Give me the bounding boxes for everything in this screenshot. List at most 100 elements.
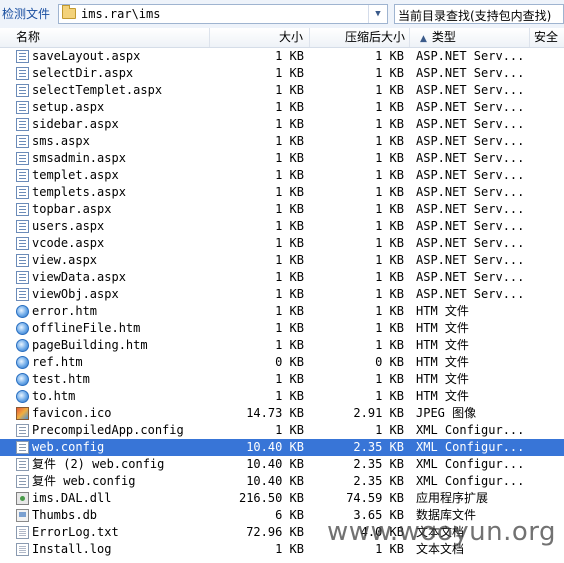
file-row[interactable]: ref.htm 0 KB 0 KB HTM 文件 <box>0 354 564 371</box>
file-row[interactable]: view.aspx 1 KB 1 KB ASP.NET Serv... <box>0 252 564 269</box>
aspx-file-icon <box>16 152 29 165</box>
file-size: 1 KB <box>275 185 304 199</box>
file-row[interactable]: favicon.ico 14.73 KB 2.91 KB JPEG 图像 <box>0 405 564 422</box>
folder-icon <box>62 5 76 19</box>
file-compressed-size: 1 KB <box>375 423 404 437</box>
file-name: ims.DAL.dll <box>32 491 112 505</box>
column-header-compressed[interactable]: 压缩后大小 <box>310 28 410 47</box>
file-name: ref.htm <box>32 355 83 369</box>
column-header-name[interactable]: 名称 <box>12 28 210 47</box>
file-compressed-size: 1 KB <box>375 372 404 386</box>
file-row[interactable]: viewData.aspx 1 KB 1 KB ASP.NET Serv... <box>0 269 564 286</box>
file-size: 1 KB <box>275 321 304 335</box>
ico-file-icon <box>16 407 29 420</box>
file-type: JPEG 图像 <box>416 406 477 420</box>
file-type: ASP.NET Serv... <box>416 270 525 284</box>
config-file-icon <box>16 424 29 437</box>
file-row[interactable]: PrecompiledApp.config 1 KB 1 KB XML Configu… <box>0 422 564 439</box>
column-header-security[interactable]: 安全 <box>530 28 564 47</box>
search-input[interactable]: 当前目录查找(支持包内查找) <box>394 4 564 24</box>
file-type: ASP.NET Serv... <box>416 236 525 250</box>
aspx-file-icon <box>16 186 29 199</box>
file-type: HTM 文件 <box>416 372 469 386</box>
aspx-file-icon <box>16 118 29 131</box>
file-name: viewData.aspx <box>32 270 126 284</box>
file-compressed-size: 2.91 KB <box>353 406 404 420</box>
file-compressed-size: 0 KB <box>375 355 404 369</box>
file-row[interactable]: to.htm 1 KB 1 KB HTM 文件 <box>0 388 564 405</box>
dll-file-icon <box>16 492 29 505</box>
file-name: 复件 web.config <box>32 474 136 488</box>
file-compressed-size: 1 KB <box>375 134 404 148</box>
chevron-down-icon[interactable]: ▼ <box>368 5 387 23</box>
file-size: 6 KB <box>275 508 304 522</box>
file-compressed-size: 1 KB <box>375 151 404 165</box>
file-name: offlineFile.htm <box>32 321 141 335</box>
file-compressed-size: 1 KB <box>375 185 404 199</box>
file-row[interactable]: pageBuilding.htm 1 KB 1 KB HTM 文件 <box>0 337 564 354</box>
file-type: ASP.NET Serv... <box>416 134 525 148</box>
file-size: 1 KB <box>275 202 304 216</box>
sort-up-icon: ▲ <box>420 34 427 44</box>
file-type: ASP.NET Serv... <box>416 253 525 267</box>
file-row[interactable]: offlineFile.htm 1 KB 1 KB HTM 文件 <box>0 320 564 337</box>
file-compressed-size: 1 KB <box>375 338 404 352</box>
file-name: users.aspx <box>32 219 105 233</box>
config-file-icon <box>16 458 29 471</box>
file-name: Thumbs.db <box>32 508 98 522</box>
aspx-file-icon <box>16 101 29 114</box>
path-dropdown[interactable]: ims.rar\ims ▼ <box>58 4 388 24</box>
path-text: ims.rar\ims <box>81 7 161 21</box>
file-row[interactable]: error.htm 1 KB 1 KB HTM 文件 <box>0 303 564 320</box>
file-row[interactable]: topbar.aspx 1 KB 1 KB ASP.NET Serv... <box>0 201 564 218</box>
file-compressed-size: 2.35 KB <box>353 440 404 454</box>
file-row[interactable]: test.htm 1 KB 1 KB HTM 文件 <box>0 371 564 388</box>
file-row[interactable]: smsadmin.aspx 1 KB 1 KB ASP.NET Serv... <box>0 150 564 167</box>
file-name: pageBuilding.htm <box>32 338 148 352</box>
file-size: 216.50 KB <box>238 491 304 505</box>
file-name: sidebar.aspx <box>32 117 119 131</box>
file-size: 72.96 KB <box>246 525 304 539</box>
file-row[interactable]: selectTemplet.aspx 1 KB 1 KB ASP.NET Serv..… <box>0 82 564 99</box>
file-row[interactable]: ims.DAL.dll 216.50 KB 74.59 KB 应用程序扩展 <box>0 490 564 507</box>
file-size: 1 KB <box>275 236 304 250</box>
file-type: HTM 文件 <box>416 338 469 352</box>
file-size: 0 KB <box>275 355 304 369</box>
file-row[interactable]: 复件 (2) web.config 10.40 KB 2.35 KB XML Conf… <box>0 456 564 473</box>
column-header-type[interactable]: ▲ 类型 <box>410 28 530 47</box>
aspx-file-icon <box>16 203 29 216</box>
file-row[interactable]: users.aspx 1 KB 1 KB ASP.NET Serv... <box>0 218 564 235</box>
file-row[interactable]: templet.aspx 1 KB 1 KB ASP.NET Serv... <box>0 167 564 184</box>
file-size: 1 KB <box>275 338 304 352</box>
file-row[interactable]: 复件 web.config 10.40 KB 2.35 KB XML Configur… <box>0 473 564 490</box>
file-size: 10.40 KB <box>246 440 304 454</box>
file-compressed-size: 1 KB <box>375 389 404 403</box>
file-name: favicon.ico <box>32 406 112 420</box>
column-header-size[interactable]: 大小 <box>210 28 310 47</box>
file-row[interactable]: vcode.aspx 1 KB 1 KB ASP.NET Serv... <box>0 235 564 252</box>
file-row[interactable]: templets.aspx 1 KB 1 KB ASP.NET Serv... <box>0 184 564 201</box>
detect-file-button[interactable]: 检测文件 <box>0 5 52 23</box>
file-compressed-size: 1 KB <box>375 236 404 250</box>
file-name: error.htm <box>32 304 98 318</box>
file-size: 1 KB <box>275 66 304 80</box>
file-row[interactable]: viewObj.aspx 1 KB 1 KB ASP.NET Serv... <box>0 286 564 303</box>
file-compressed-size: 1 KB <box>375 270 404 284</box>
file-type: ASP.NET Serv... <box>416 117 525 131</box>
file-name: templets.aspx <box>32 185 126 199</box>
file-size: 1 KB <box>275 168 304 182</box>
file-row[interactable]: saveLayout.aspx 1 KB 1 KB ASP.NET Serv... <box>0 48 564 65</box>
search-placeholder: 当前目录查找(支持包内查找) <box>398 9 552 23</box>
file-row[interactable]: web.config 10.40 KB 2.35 KB XML Configur... <box>0 439 564 456</box>
file-name: topbar.aspx <box>32 202 112 216</box>
file-compressed-size: 1 KB <box>375 219 404 233</box>
file-row[interactable]: selectDir.aspx 1 KB 1 KB ASP.NET Serv... <box>0 65 564 82</box>
file-row[interactable]: sidebar.aspx 1 KB 1 KB ASP.NET Serv... <box>0 116 564 133</box>
file-list: saveLayout.aspx 1 KB 1 KB ASP.NET Serv... se… <box>0 48 564 558</box>
file-name: viewObj.aspx <box>32 287 119 301</box>
file-row[interactable]: setup.aspx 1 KB 1 KB ASP.NET Serv... <box>0 99 564 116</box>
file-type: ASP.NET Serv... <box>416 202 525 216</box>
file-row[interactable]: sms.aspx 1 KB 1 KB ASP.NET Serv... <box>0 133 564 150</box>
file-name: PrecompiledApp.config <box>32 423 184 437</box>
htm-file-icon <box>16 390 29 403</box>
